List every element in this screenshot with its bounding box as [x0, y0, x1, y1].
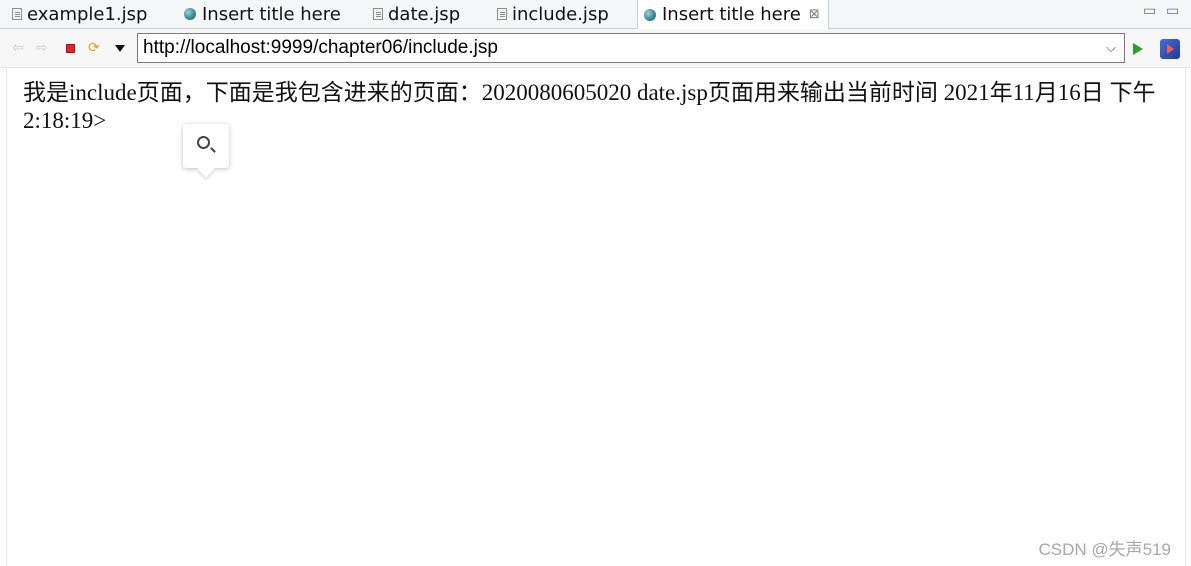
globe-icon [184, 8, 196, 20]
url-text: http://localhost:9999/chapter06/include.… [143, 37, 498, 58]
editor-tab-bar: example1.jsp Insert title here date.jsp … [0, 0, 1191, 29]
forward-arrow-icon[interactable]: ⇨ [36, 40, 48, 56]
back-arrow-icon[interactable]: ⇦ [12, 40, 24, 56]
file-icon [12, 8, 22, 20]
watermark: CSDN @失声519 [1038, 540, 1171, 559]
globe-icon [644, 8, 656, 21]
browser-toolbar: ⇦ ⇨ ⟳ http://localhost:9999/chapter06/in… [0, 29, 1191, 68]
tab-label: Insert title here [202, 3, 341, 25]
tab-label: example1.jsp [27, 3, 148, 25]
refresh-icon[interactable]: ⟳ [88, 40, 100, 56]
open-external-browser-icon[interactable] [1160, 39, 1180, 59]
tab-insert-title-1[interactable]: Insert title here [184, 0, 341, 28]
chevron-down-icon[interactable] [115, 45, 125, 52]
browser-window: example1.jsp Insert title here date.jsp … [0, 0, 1191, 566]
file-icon [373, 8, 383, 20]
page-content: 我是include页面，下面是我包含进来的页面：2020080605020 da… [6, 68, 1186, 566]
minimize-icon[interactable]: ▭ [1143, 3, 1156, 19]
stop-icon[interactable] [66, 44, 75, 53]
tab-label: Insert title here [662, 4, 801, 25]
url-history-dropdown-icon[interactable]: ⌵ [1106, 40, 1116, 56]
tab-label: date.jsp [388, 3, 461, 25]
search-icon[interactable] [197, 136, 210, 149]
maximize-icon[interactable]: ▭ [1166, 3, 1179, 19]
tab-date[interactable]: date.jsp [373, 0, 460, 28]
search-popup[interactable] [183, 124, 229, 168]
file-icon [497, 8, 507, 20]
go-icon[interactable] [1133, 43, 1143, 55]
tab-insert-title-active[interactable]: Insert title here ⊠ [637, 0, 829, 29]
tab-example1[interactable]: example1.jsp [12, 0, 147, 28]
close-tab-icon[interactable]: ⊠ [809, 7, 820, 22]
tab-label: include.jsp [512, 3, 609, 25]
url-input[interactable]: http://localhost:9999/chapter06/include.… [137, 33, 1125, 63]
tab-include[interactable]: include.jsp [497, 0, 609, 28]
